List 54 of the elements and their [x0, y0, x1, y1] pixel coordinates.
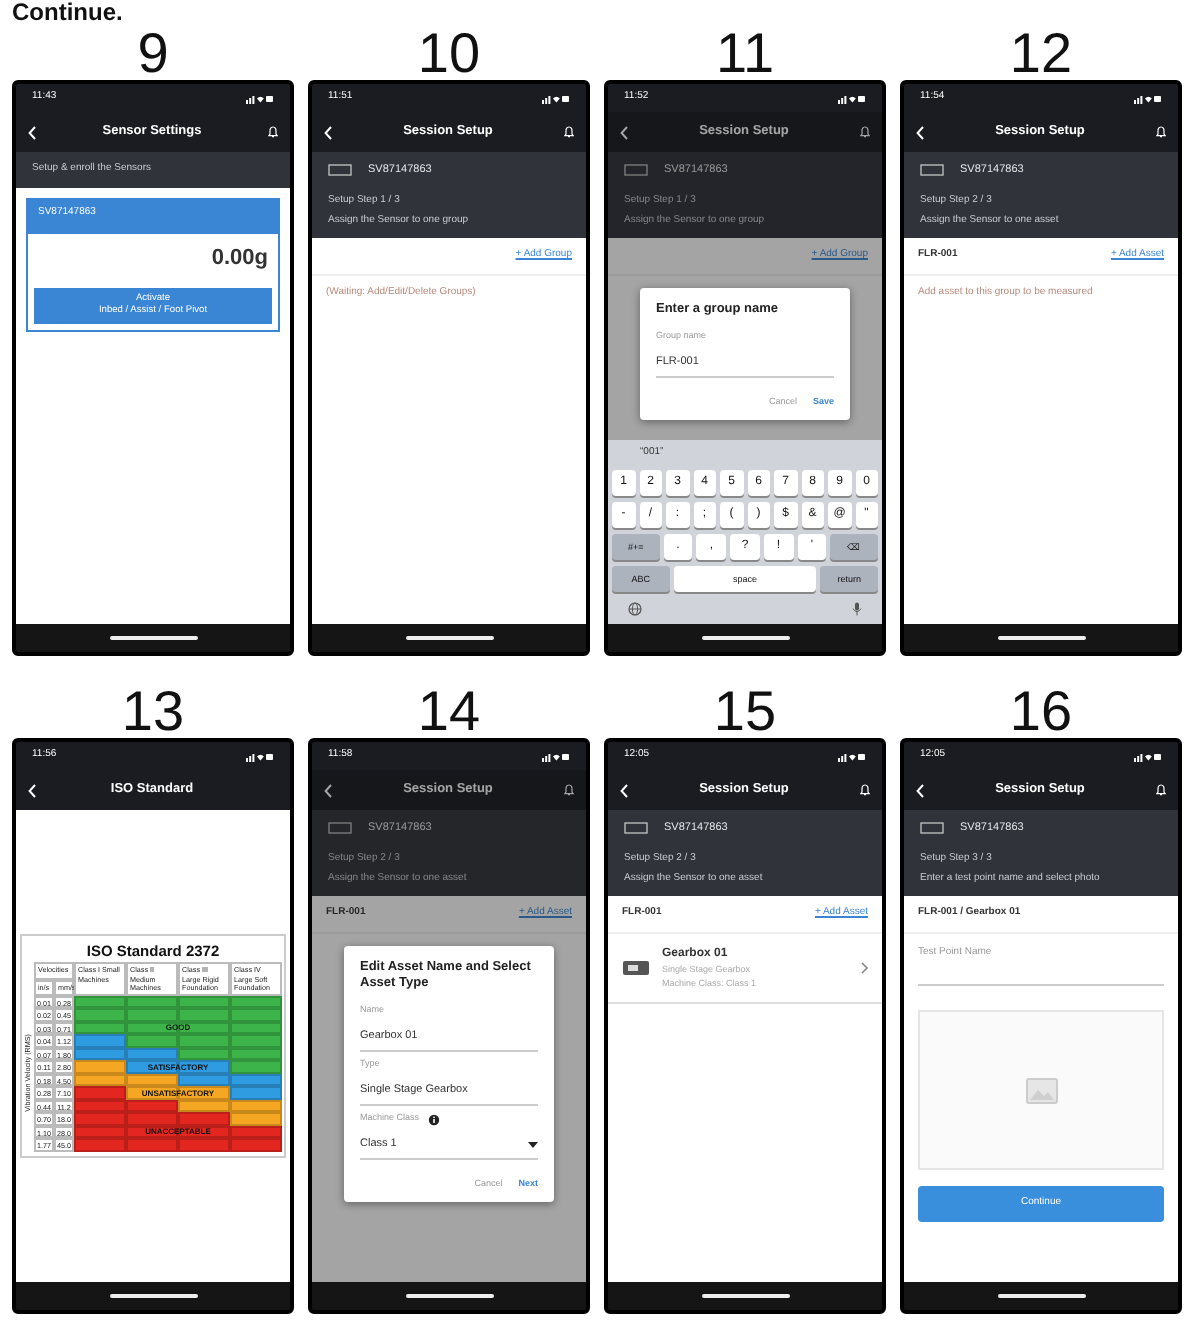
step-number: 10: [417, 26, 481, 80]
step-number: 11: [715, 26, 775, 80]
sensor-reading: 0.00g: [209, 244, 270, 274]
sensor-icon: [328, 822, 352, 835]
step-number: 13: [121, 684, 185, 738]
signal-battery-icon: [542, 751, 570, 761]
signal-battery-icon: [1134, 751, 1162, 761]
chevron-icon: [860, 962, 868, 974]
home-indicator: [997, 1294, 1085, 1298]
home-indicator: [701, 636, 789, 640]
back-icon[interactable]: [28, 125, 36, 139]
globe-icon[interactable]: [628, 602, 642, 616]
back-icon[interactable]: [620, 125, 628, 139]
signal-battery-icon: [838, 751, 866, 761]
page-heading: Continue.: [12, 0, 123, 26]
signal-battery-icon: [838, 93, 866, 103]
bell-icon[interactable]: [563, 784, 574, 796]
home-indicator: [109, 1294, 197, 1298]
microphone-icon[interactable]: [852, 602, 862, 616]
bell-icon[interactable]: [859, 784, 870, 796]
step-number: 9: [137, 26, 169, 80]
home-indicator: [109, 636, 197, 640]
caret-icon: [528, 1141, 538, 1148]
home-indicator: [405, 1294, 493, 1298]
gearbox-icon: [622, 958, 650, 978]
sensor-icon: [920, 164, 944, 177]
back-icon[interactable]: [916, 125, 924, 139]
bell-icon[interactable]: [859, 126, 870, 138]
step-number: 14: [417, 684, 481, 738]
bell-icon[interactable]: [1155, 784, 1166, 796]
bell-icon[interactable]: [563, 126, 574, 138]
signal-battery-icon: [542, 93, 570, 103]
back-icon[interactable]: [916, 783, 924, 797]
info-icon[interactable]: [427, 1113, 440, 1126]
back-icon[interactable]: [28, 783, 36, 797]
signal-battery-icon: [246, 751, 274, 761]
step-number: 12: [1009, 26, 1073, 80]
home-indicator: [405, 636, 493, 640]
back-icon[interactable]: [324, 125, 332, 139]
back-icon[interactable]: [324, 783, 332, 797]
sensor-icon: [328, 164, 352, 177]
image-icon: [1025, 1077, 1057, 1104]
bell-icon[interactable]: [1155, 126, 1166, 138]
home-indicator: [701, 1294, 789, 1298]
sensor-icon: [920, 822, 944, 835]
signal-battery-icon: [246, 93, 274, 103]
home-indicator: [997, 636, 1085, 640]
signal-battery-icon: [1134, 93, 1162, 103]
back-icon[interactable]: [620, 783, 628, 797]
sensor-icon: [624, 164, 648, 177]
bell-icon[interactable]: [267, 126, 278, 138]
step-number: 16: [1009, 684, 1073, 738]
step-number: 15: [713, 684, 777, 738]
sensor-icon: [624, 822, 648, 835]
